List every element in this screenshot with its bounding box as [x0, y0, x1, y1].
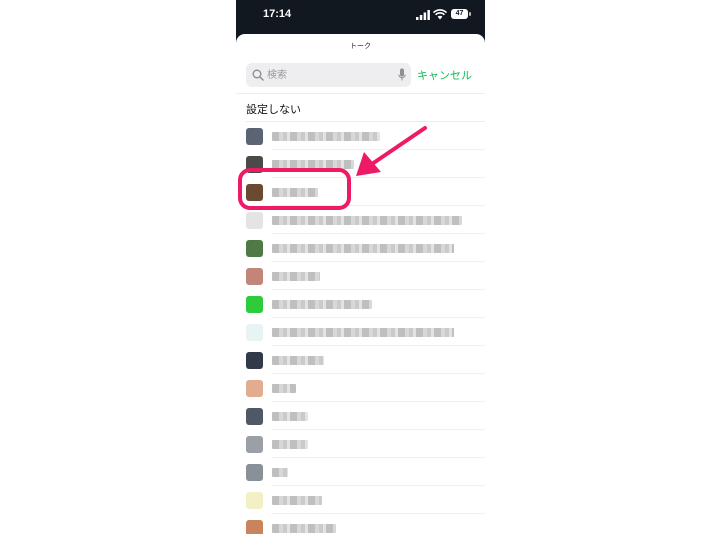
contact-row[interactable]	[236, 458, 485, 486]
cancel-button[interactable]: キャンセル	[417, 67, 472, 83]
wifi-icon	[433, 9, 447, 20]
status-bar: 17:14 47	[236, 0, 485, 34]
contact-name-blurred	[272, 300, 372, 309]
contact-row[interactable]	[236, 234, 485, 262]
contact-avatar	[246, 268, 263, 285]
contact-avatar	[246, 492, 263, 509]
contact-avatar	[246, 464, 263, 481]
contact-name-blurred	[272, 356, 324, 365]
contact-row[interactable]	[236, 486, 485, 514]
search-icon	[252, 69, 264, 81]
contact-name-blurred	[272, 524, 336, 533]
contact-row[interactable]	[236, 206, 485, 234]
divider	[236, 93, 485, 94]
contact-name-blurred	[272, 412, 308, 421]
contact-avatar	[246, 436, 263, 453]
contact-avatar	[246, 520, 263, 534]
contact-row[interactable]	[236, 318, 485, 346]
search-bar[interactable]	[246, 63, 411, 87]
battery-cap	[469, 12, 471, 16]
contact-row[interactable]	[236, 262, 485, 290]
contact-name-blurred	[272, 440, 308, 449]
arrow-annotation-icon	[356, 126, 427, 176]
contact-avatar	[246, 352, 263, 369]
share-sheet: トーク キャンセル 設定しない	[236, 34, 485, 534]
mic-icon[interactable]	[398, 68, 406, 82]
battery-icon: 47	[451, 9, 468, 19]
contact-avatar	[246, 296, 263, 313]
contact-row[interactable]	[236, 514, 485, 534]
contact-avatar	[246, 240, 263, 257]
contact-row[interactable]	[236, 430, 485, 458]
signal-icon	[416, 10, 430, 20]
highlight-annotation	[238, 168, 351, 210]
contact-avatar	[246, 128, 263, 145]
contact-avatar	[246, 212, 263, 229]
contact-avatar	[246, 380, 263, 397]
contact-name-blurred	[272, 468, 288, 477]
contact-row[interactable]	[236, 402, 485, 430]
contact-avatar	[246, 324, 263, 341]
phone-screen: 17:14 47 トーク キャン	[236, 0, 485, 534]
contact-name-blurred	[272, 496, 322, 505]
contact-row[interactable]	[236, 290, 485, 318]
contact-name-blurred	[272, 384, 296, 393]
contact-name-blurred	[272, 216, 462, 225]
contact-name-blurred	[272, 272, 320, 281]
contact-row[interactable]	[236, 346, 485, 374]
contact-avatar	[246, 408, 263, 425]
contact-row[interactable]	[236, 374, 485, 402]
status-time: 17:14	[263, 8, 292, 20]
contact-name-blurred	[272, 244, 454, 253]
no-setting-option[interactable]: 設定しない	[246, 101, 301, 117]
search-input[interactable]	[267, 67, 387, 83]
contact-name-blurred	[272, 328, 454, 337]
sheet-title: トーク	[350, 42, 371, 50]
